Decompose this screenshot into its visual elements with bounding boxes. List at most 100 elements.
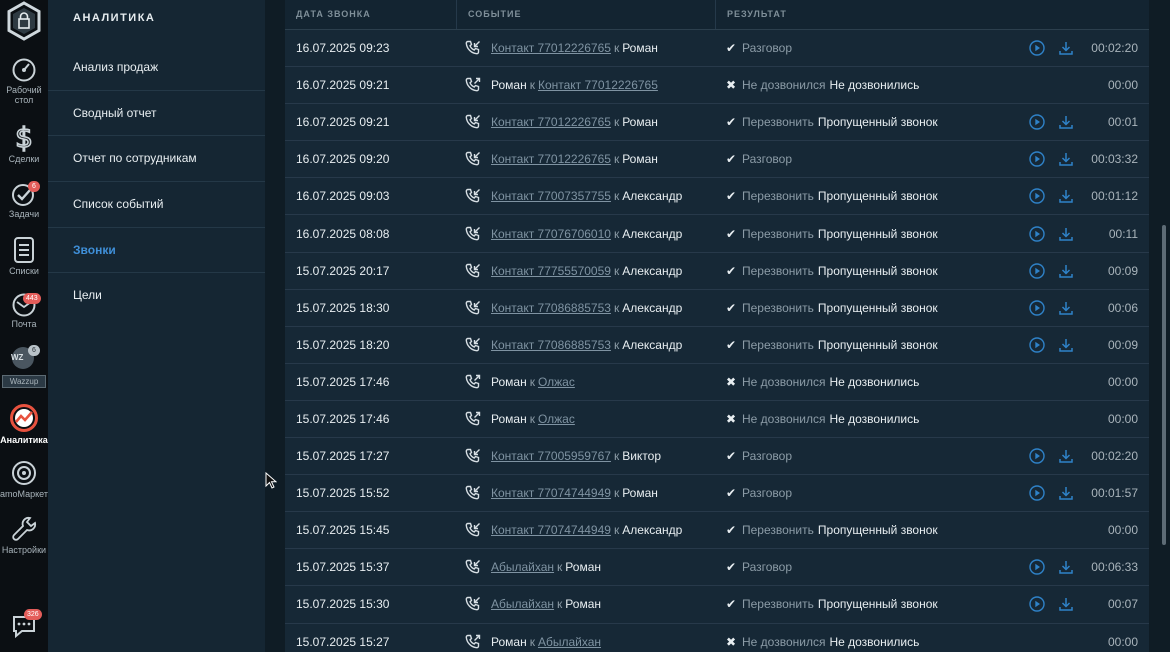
mouse-cursor-icon [265,472,277,489]
download-icon[interactable] [1058,596,1074,612]
call-result: ✔ Разговор 00:02:20 [716,40,1149,56]
event-from-link[interactable]: Контакт 77012226765 [491,41,611,55]
outgoing-call-icon [465,411,481,426]
table-row[interactable]: 15.07.2025 17:46 Роман к Олжас ✖ Не дозвонилс… [285,400,1149,439]
play-icon[interactable] [1029,262,1045,279]
table-row[interactable]: 16.07.2025 09:03 Контакт 77007357755 к Алек… [285,178,1149,216]
submenu-item-summary-report[interactable]: Сводный отчет [48,91,265,137]
dollar-icon: $ [14,124,33,152]
play-icon[interactable] [1029,596,1045,613]
table-row[interactable]: 16.07.2025 08:08 Контакт 77076706010 к Алек… [285,215,1149,253]
result-status: Разговор [742,486,793,501]
event-from-link[interactable]: Контакт 77086885753 [491,338,611,352]
event-from-link[interactable]: Абылайхан [491,560,554,574]
table-row[interactable]: 15.07.2025 18:30 Контакт 77086885753 к Алек… [285,289,1149,327]
download-icon[interactable] [1058,485,1074,501]
table-row[interactable]: 16.07.2025 09:20 Контакт 77012226765 к Рома… [285,141,1149,179]
vertical-scrollbar[interactable] [1162,225,1166,545]
table-row[interactable]: 15.07.2025 15:37 Абылайхан к Роман ✔ Разговор… [285,549,1149,587]
play-icon[interactable] [1029,300,1045,316]
rail-item-chat[interactable]: 326 [0,609,48,638]
table-row[interactable]: 15.07.2025 15:30 Абылайхан к Роман ✔ Перезвон… [285,586,1149,624]
submenu-item-calls[interactable]: Звонки [48,228,265,274]
play-icon[interactable] [1029,114,1045,130]
download-icon[interactable] [1058,114,1074,130]
event-from-link[interactable]: Контакт 77076706010 [491,227,611,241]
left-rail: Рабочий стол $ Сделки 6 Задачи Списки 443… [0,0,48,652]
rail-item-mail[interactable]: 443 Почта [0,293,48,329]
download-icon[interactable] [1058,337,1074,353]
download-icon[interactable] [1058,300,1074,316]
cross-icon: ✖ [726,411,737,426]
event-to-word: к [529,374,535,389]
download-icon[interactable] [1058,40,1074,56]
call-date: 15.07.2025 15:37 [296,560,390,575]
submenu-item-goals[interactable]: Цели [48,273,265,319]
rail-item-deals[interactable]: $ Сделки [0,124,48,164]
table-row[interactable]: 15.07.2025 15:45 Контакт 77074744949 к Алек… [285,512,1149,550]
event-to-word: к [613,263,620,278]
incoming-call-icon [465,263,480,278]
download-icon[interactable] [1058,263,1074,279]
play-icon[interactable] [1029,188,1045,205]
event-from: Роман [491,78,527,93]
event-from-link[interactable]: Контакт 77005959767 [491,449,611,463]
rail-item-dashboard[interactable]: Рабочий стол [0,57,48,105]
event-from-link[interactable]: Контакт 77755570059 [491,264,611,278]
header-event[interactable]: СОБЫТИЕ [457,0,716,29]
event-from-link[interactable]: Абылайхан [491,597,554,611]
call-duration: 00:01:12 [1091,189,1138,204]
table-row[interactable]: 15.07.2025 20:17 Контакт 77755570059 к Алек… [285,252,1149,290]
event-from-link[interactable]: Контакт 77012226765 [491,152,611,166]
event-from-link[interactable]: Контакт 77012226765 [491,115,611,129]
table-row[interactable]: 15.07.2025 17:27 Контакт 77005959767 к Викт… [285,438,1149,476]
event-from-link[interactable]: Контакт 77074744949 [491,523,611,537]
play-icon[interactable] [1029,337,1045,353]
table-row[interactable]: 16.07.2025 09:23 Контакт 77012226765 к Рома… [285,30,1149,68]
call-event: Контакт 77007357755 к Александр [457,188,716,204]
event-from-link[interactable]: Контакт 77086885753 [491,301,611,315]
rail-item-wazzup[interactable]: WZ 6 Wazzup [0,345,48,389]
table-row[interactable]: 16.07.2025 09:21 Контакт 77012226765 к Рома… [285,104,1149,142]
rail-item-market[interactable]: amoМаркет [0,459,48,499]
logo-icon[interactable] [4,1,44,41]
result-status: Перезвонить [742,226,814,241]
submenu-item-employee-report[interactable]: Отчет по сотрудникам [48,136,265,183]
event-to-link[interactable]: Олжас [538,375,575,389]
play-icon[interactable] [1029,559,1045,576]
result-status: Перезвонить [742,300,814,315]
rail-item-settings[interactable]: Настройки [0,515,48,555]
play-icon[interactable] [1029,225,1045,242]
event-from-link[interactable]: Контакт 77074744949 [491,486,611,500]
rail-item-tasks[interactable]: 6 Задачи [0,181,48,219]
header-call-date[interactable]: ДАТА ЗВОНКА [285,0,457,29]
event-to-link[interactable]: Абылайхан [538,635,601,649]
download-icon[interactable] [1058,559,1074,575]
event-from-link[interactable]: Контакт 77007357755 [491,189,611,203]
analytics-icon [10,404,38,432]
download-icon[interactable] [1058,151,1074,167]
submenu-item-sales-analysis[interactable]: Анализ продаж [48,45,265,91]
table-row[interactable]: 15.07.2025 17:46 Роман к Олжас ✖ Не дозвонилс… [285,363,1149,401]
download-icon[interactable] [1058,188,1074,204]
play-icon[interactable] [1029,151,1045,168]
download-icon[interactable] [1058,448,1074,464]
play-icon[interactable] [1029,40,1045,56]
result-text: Не дозвонились [829,411,920,426]
event-to-link[interactable]: Олжас [538,412,575,426]
table-row[interactable]: 15.07.2025 15:27 Роман к Абылайхан ✖ Не дозво… [285,623,1149,652]
play-icon[interactable] [1029,485,1045,501]
rail-item-analytics[interactable]: Аналитика [0,403,48,445]
table-row[interactable]: 16.07.2025 09:21 Роман к Контакт 7701222676… [285,67,1149,105]
event-to: Александр [622,263,683,278]
rail-item-lists[interactable]: Списки [0,236,48,276]
table-row[interactable]: 15.07.2025 15:52 Контакт 77074744949 к Рома… [285,475,1149,513]
download-icon[interactable] [1058,226,1074,242]
submenu-item-events-list[interactable]: Список событий [48,182,265,228]
call-duration: 00:11 [1108,226,1138,241]
table-row[interactable]: 15.07.2025 18:20 Контакт 77086885753 к Алек… [285,326,1149,364]
submenu-title: АНАЛИТИКА [73,12,156,24]
header-result[interactable]: РЕЗУЛЬТАТ [716,0,1149,29]
play-icon[interactable] [1029,448,1045,464]
event-to-link[interactable]: Контакт 77012226765 [538,78,658,92]
